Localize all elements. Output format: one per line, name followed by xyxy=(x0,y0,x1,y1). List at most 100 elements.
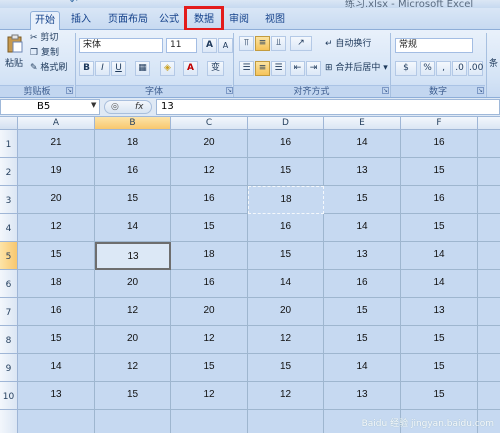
cell-c5[interactable]: 18 xyxy=(171,242,248,270)
tab-home[interactable]: 开始 xyxy=(30,11,60,30)
tab-view[interactable]: 视图 xyxy=(260,11,290,30)
cell-f1[interactable]: 16 xyxy=(401,130,478,158)
row-header-10[interactable]: 10 xyxy=(0,382,18,410)
cell-f5[interactable]: 14 xyxy=(401,242,478,270)
wrap-text-button[interactable]: ↵ 自动换行 xyxy=(325,37,371,52)
alignment-launcher-icon[interactable]: ↘ xyxy=(382,87,389,94)
font-name-select[interactable]: 宋体 xyxy=(79,38,163,53)
cell-b10[interactable]: 15 xyxy=(95,382,171,410)
cell-d7[interactable]: 20 xyxy=(248,298,324,326)
cell-partial[interactable] xyxy=(171,410,248,433)
row-header-2[interactable]: 2 xyxy=(0,158,18,186)
underline-button[interactable]: U xyxy=(111,61,126,76)
column-header-c[interactable]: C xyxy=(171,117,248,130)
cell-d5[interactable]: 15 xyxy=(248,242,324,270)
cell-b1[interactable]: 18 xyxy=(95,130,171,158)
cell-e10[interactable]: 13 xyxy=(324,382,401,410)
align-right-icon[interactable]: ☰ xyxy=(271,61,286,76)
merge-center-button[interactable]: ⊞ 合并后居中 ▾ xyxy=(325,61,388,76)
formula-input[interactable]: 13 xyxy=(156,99,500,115)
column-header-a[interactable]: A xyxy=(18,117,95,130)
shrink-font-button[interactable]: A xyxy=(218,38,233,53)
cell-e2[interactable]: 13 xyxy=(324,158,401,186)
cell-f3[interactable]: 16 xyxy=(401,186,478,214)
cell-partial[interactable] xyxy=(248,410,324,433)
cell-partial[interactable] xyxy=(478,158,500,186)
cell-b5[interactable]: 13 xyxy=(95,242,171,270)
tab-page-layout[interactable]: 页面布局 xyxy=(103,11,153,30)
cell-partial[interactable] xyxy=(478,382,500,410)
row-header-3[interactable]: 3 xyxy=(0,186,18,214)
bold-button[interactable]: B xyxy=(79,61,94,76)
align-top-icon[interactable]: ⫪ xyxy=(239,36,254,51)
conditional-format-button[interactable]: 条 xyxy=(489,57,498,72)
cell-b9[interactable]: 12 xyxy=(95,354,171,382)
cell-d9[interactable]: 15 xyxy=(248,354,324,382)
cell-partial[interactable] xyxy=(18,410,95,433)
font-size-select[interactable]: 11 xyxy=(166,38,197,53)
cell-f10[interactable]: 15 xyxy=(401,382,478,410)
cell-partial[interactable] xyxy=(478,186,500,214)
paste-button[interactable]: 粘贴 xyxy=(5,57,23,72)
orientation-icon[interactable]: ↗ xyxy=(290,36,312,51)
row-header-8[interactable]: 8 xyxy=(0,326,18,354)
borders-icon[interactable]: ▦ xyxy=(135,61,150,76)
cell-d6[interactable]: 14 xyxy=(248,270,324,298)
cell-b6[interactable]: 20 xyxy=(95,270,171,298)
column-header-d[interactable]: D xyxy=(248,117,324,130)
chevron-down-icon[interactable]: ▼ xyxy=(91,101,96,109)
cell-a8[interactable]: 15 xyxy=(18,326,95,354)
cell-f8[interactable]: 15 xyxy=(401,326,478,354)
cell-c7[interactable]: 20 xyxy=(171,298,248,326)
row-header-partial[interactable] xyxy=(0,410,18,433)
cell-d3[interactable]: 18 xyxy=(248,186,324,214)
cell-partial[interactable] xyxy=(478,270,500,298)
align-left-icon[interactable]: ☰ xyxy=(239,61,254,76)
font-launcher-icon[interactable]: ↘ xyxy=(226,87,233,94)
tab-review[interactable]: 审阅 xyxy=(224,11,254,30)
cell-partial[interactable] xyxy=(478,326,500,354)
cell-b8[interactable]: 20 xyxy=(95,326,171,354)
name-box[interactable]: B5 xyxy=(0,99,100,115)
align-center-icon[interactable]: ≡ xyxy=(255,61,270,76)
cell-e1[interactable]: 14 xyxy=(324,130,401,158)
cell-d10[interactable]: 12 xyxy=(248,382,324,410)
cell-f9[interactable]: 15 xyxy=(401,354,478,382)
cell-f4[interactable]: 15 xyxy=(401,214,478,242)
row-header-5[interactable]: 5 xyxy=(0,242,18,270)
cell-partial[interactable] xyxy=(478,354,500,382)
cell-c1[interactable]: 20 xyxy=(171,130,248,158)
row-header-1[interactable]: 1 xyxy=(0,130,18,158)
cell-e5[interactable]: 13 xyxy=(324,242,401,270)
percent-button[interactable]: % xyxy=(420,61,435,76)
number-format-select[interactable]: 常规 xyxy=(395,38,473,53)
cell-a10[interactable]: 13 xyxy=(18,382,95,410)
paste-icon[interactable] xyxy=(6,34,24,54)
cell-partial[interactable] xyxy=(478,130,500,158)
cell-e6[interactable]: 16 xyxy=(324,270,401,298)
row-header-4[interactable]: 4 xyxy=(0,214,18,242)
cell-partial[interactable] xyxy=(95,410,171,433)
decrease-indent-icon[interactable]: ⇤ xyxy=(290,61,305,76)
cell-c8[interactable]: 12 xyxy=(171,326,248,354)
cell-a7[interactable]: 16 xyxy=(18,298,95,326)
cell-partial[interactable] xyxy=(478,298,500,326)
tab-insert[interactable]: 插入 xyxy=(66,11,96,30)
cut-button[interactable]: ✂ 剪切 xyxy=(30,31,58,46)
cell-a6[interactable]: 18 xyxy=(18,270,95,298)
column-header-partial[interactable] xyxy=(478,117,500,130)
format-painter-button[interactable]: ✎ 格式刷 xyxy=(30,61,67,76)
grow-font-button[interactable]: A xyxy=(202,38,217,53)
decrease-decimal-icon[interactable]: .00 xyxy=(468,61,483,76)
italic-button[interactable]: I xyxy=(95,61,110,76)
align-bottom-icon[interactable]: ⫫ xyxy=(271,36,286,51)
cell-f6[interactable]: 14 xyxy=(401,270,478,298)
copy-button[interactable]: ❐ 复制 xyxy=(30,46,59,61)
cell-a5[interactable]: 15 xyxy=(18,242,95,270)
cell-e9[interactable]: 14 xyxy=(324,354,401,382)
column-header-b[interactable]: B xyxy=(95,117,171,130)
column-header-e[interactable]: E xyxy=(324,117,401,130)
cell-a1[interactable]: 21 xyxy=(18,130,95,158)
cell-e8[interactable]: 15 xyxy=(324,326,401,354)
cell-a3[interactable]: 20 xyxy=(18,186,95,214)
